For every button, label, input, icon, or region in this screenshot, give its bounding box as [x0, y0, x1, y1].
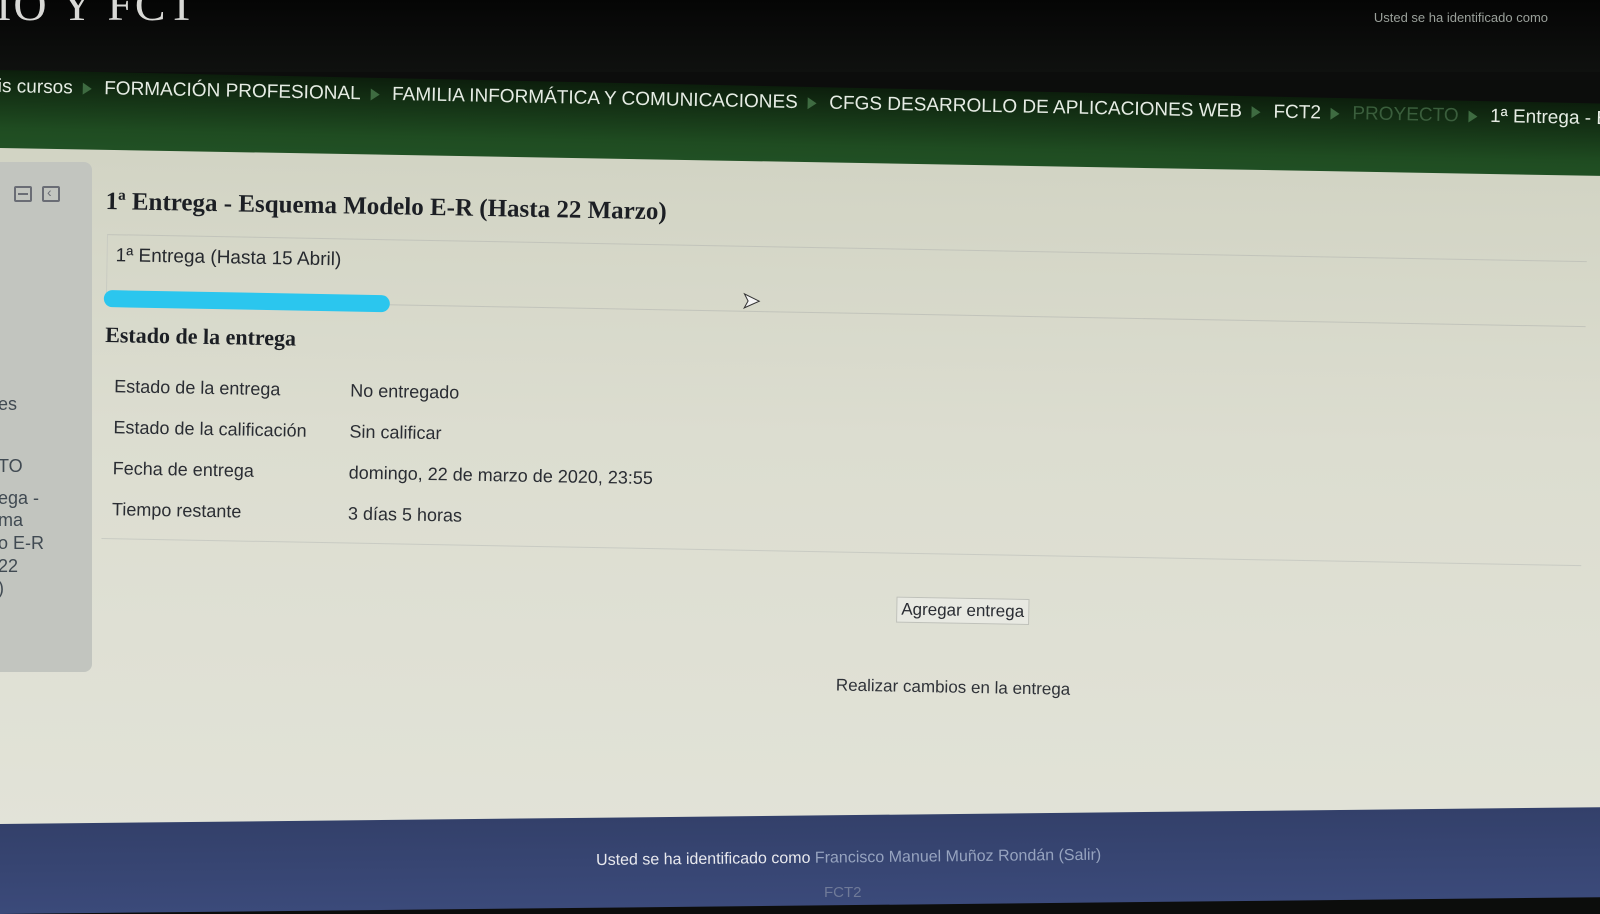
- sidebar-item[interactable]: ega -: [0, 488, 39, 509]
- status-value: No entregado: [350, 380, 460, 403]
- status-label: Estado de la entrega: [114, 376, 281, 400]
- table-row: Tiempo restante 3 días 5 horas: [106, 489, 653, 540]
- add-submission-button[interactable]: Agregar entrega: [896, 596, 1030, 626]
- footer-course-link[interactable]: FCT2: [824, 884, 862, 901]
- mouse-pointer-icon: ➤: [741, 287, 761, 314]
- sidebar-item[interactable]: ): [0, 578, 4, 599]
- main-content: 1ª Entrega - Esquema Modelo E-R (Hasta 2…: [93, 182, 1600, 809]
- breadcrumb-item-my-courses[interactable]: is cursos: [0, 76, 73, 100]
- sidebar-item[interactable]: ma: [0, 510, 23, 531]
- site-title[interactable]: IO Y FCT: [0, 0, 198, 31]
- sidebar-item[interactable]: 22: [0, 556, 18, 577]
- status-label: Fecha de entrega: [112, 458, 255, 481]
- section-title: Estado de la entrega: [104, 322, 297, 351]
- breadcrumb-item-formacion-profesional[interactable]: FORMACIÓN PROFESIONAL: [104, 78, 361, 105]
- breadcrumb-item-current: 1ª Entrega - Esque: [1489, 105, 1600, 131]
- breadcrumb-separator-icon: [1468, 110, 1478, 123]
- status-value: domingo, 22 de marzo de 2020, 23:55: [348, 462, 654, 489]
- status-label: Estado de la calificación: [113, 417, 307, 441]
- sidebar-item[interactable]: TO: [0, 456, 23, 477]
- breadcrumb-separator-icon: [807, 97, 817, 110]
- submission-status-table: Estado de la entrega No entregado Estado…: [106, 366, 655, 540]
- sidebar-item[interactable]: es: [0, 394, 17, 415]
- breadcrumb-separator-icon: [1251, 106, 1262, 119]
- dock-block-icon[interactable]: [42, 184, 60, 202]
- breadcrumb-separator-icon: [1330, 107, 1341, 120]
- changes-note: Realizar cambios en la entrega: [835, 675, 1071, 699]
- status-label: Tiempo restante: [111, 499, 242, 522]
- sidebar-block: es TO ega - ma o E-R 22 ): [0, 162, 92, 672]
- breadcrumb-separator-icon: [370, 88, 380, 101]
- breadcrumb-item-proyecto[interactable]: PROYECTO: [1352, 103, 1459, 127]
- sidebar-item[interactable]: o E-R: [0, 533, 44, 554]
- page-title: 1ª Entrega - Esquema Modelo E-R (Hasta 2…: [105, 188, 667, 226]
- login-info: Usted se ha identificado como: [1373, 10, 1548, 25]
- status-value: 3 días 5 horas: [347, 503, 463, 526]
- breadcrumb-item-fct2[interactable]: FCT2: [1273, 102, 1321, 125]
- logout-link[interactable]: (Salir): [1058, 847, 1101, 864]
- breadcrumb-separator-icon: [82, 82, 92, 95]
- footer-user-link[interactable]: Francisco Manuel Muñoz Rondán: [815, 847, 1054, 867]
- status-value: Sin calificar: [349, 421, 442, 444]
- divider: [101, 538, 1582, 567]
- intro-text: 1ª Entrega (Hasta 15 Abril): [115, 245, 342, 271]
- minimize-block-icon[interactable]: [14, 186, 32, 202]
- top-header: IO Y FCT Usted se ha identificado como: [0, 0, 1600, 72]
- footer-prefix: Usted se ha identificado como: [596, 849, 811, 869]
- assignment-intro: 1ª Entrega (Hasta 15 Abril): [105, 234, 1587, 328]
